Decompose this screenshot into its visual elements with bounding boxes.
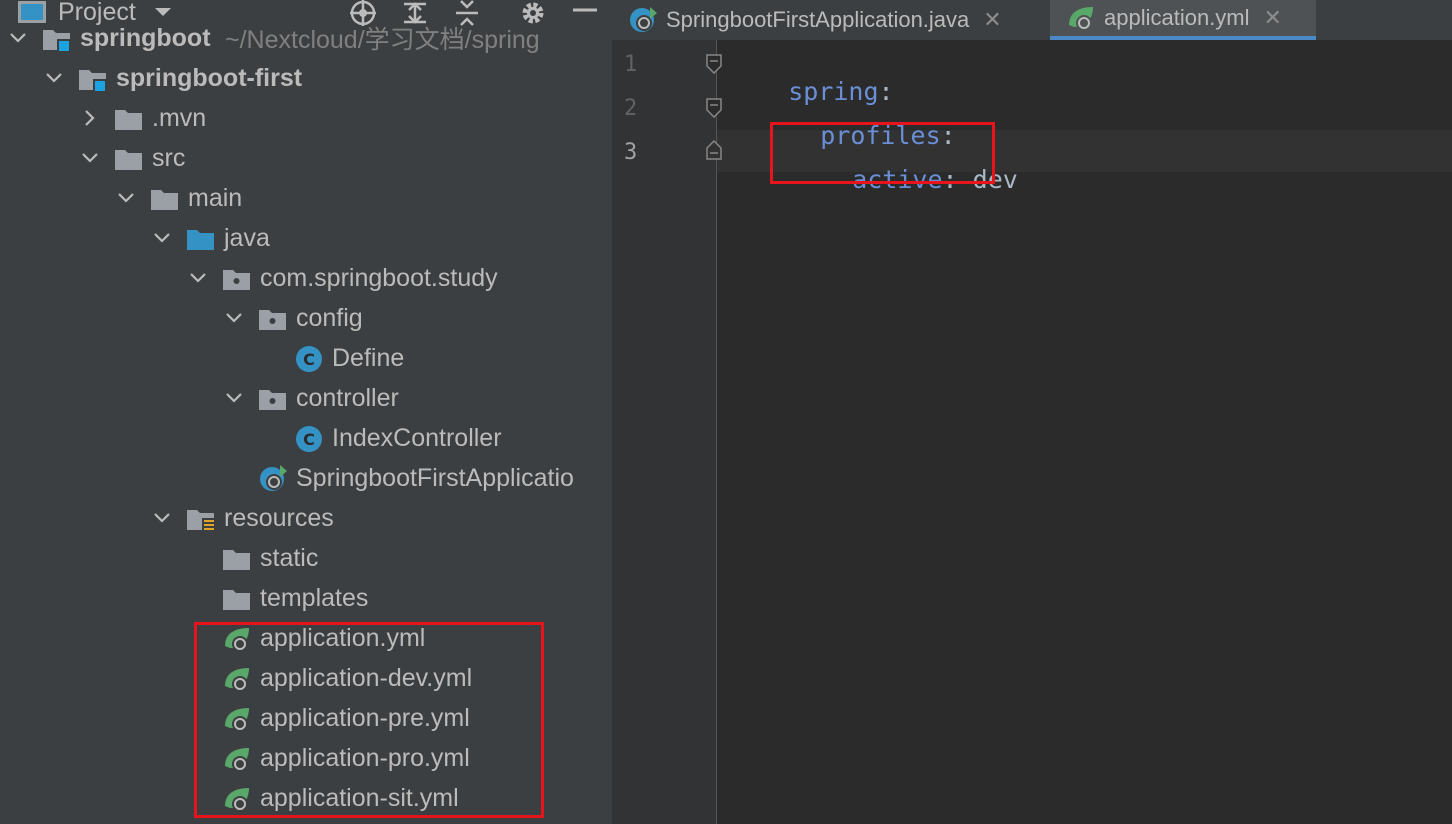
module-folder-icon bbox=[42, 24, 71, 53]
chevron-down-icon[interactable] bbox=[188, 268, 208, 288]
tree-node-label: springboot-first bbox=[116, 63, 303, 92]
line-number: 2 bbox=[624, 96, 638, 121]
close-icon[interactable]: ✕ bbox=[1264, 5, 1282, 31]
folder-icon bbox=[222, 544, 250, 572]
tree-node-static[interactable]: static bbox=[0, 538, 612, 578]
package-icon bbox=[258, 384, 286, 412]
folder-icon bbox=[114, 144, 142, 172]
svg-text:C: C bbox=[303, 430, 315, 449]
chevron-down-icon[interactable] bbox=[116, 188, 136, 208]
class-icon: C bbox=[294, 424, 322, 452]
chevron-right-icon[interactable] bbox=[80, 108, 100, 128]
folder-icon bbox=[114, 104, 142, 132]
package-icon bbox=[222, 264, 250, 292]
tree-node-src[interactable]: src bbox=[0, 138, 612, 178]
class-icon: C bbox=[294, 344, 322, 372]
line-number-gutter: 1 2 3 bbox=[612, 40, 716, 824]
tree-node-label: main bbox=[188, 183, 243, 212]
tree-node-label: com.springboot.study bbox=[260, 263, 498, 292]
chevron-down-icon[interactable] bbox=[44, 68, 64, 88]
chevron-down-icon[interactable] bbox=[224, 388, 244, 408]
chevron-down-icon[interactable] bbox=[152, 228, 172, 248]
tree-node-main[interactable]: main bbox=[0, 178, 612, 218]
tree-node-label: springboot bbox=[80, 23, 211, 52]
editor-tab-bar: SpringbootFirstApplication.java ✕ applic… bbox=[612, 0, 1452, 40]
svg-text:C: C bbox=[303, 350, 315, 369]
tree-node-label: resources bbox=[224, 503, 334, 532]
tree-node-config[interactable]: config bbox=[0, 298, 612, 338]
tree-node-label: src bbox=[152, 143, 186, 172]
tree-node-label: .mvn bbox=[152, 103, 207, 132]
package-icon bbox=[258, 304, 286, 332]
yml-files-highlight bbox=[194, 622, 544, 818]
tree-node-label: controller bbox=[296, 383, 399, 412]
tree-node-springboot-first[interactable]: springboot-first bbox=[0, 58, 612, 98]
tab-label: SpringbootFirstApplication.java bbox=[666, 7, 970, 32]
tree-node-label: IndexController bbox=[332, 423, 502, 452]
source-folder-icon bbox=[186, 224, 214, 252]
chevron-down-icon[interactable] bbox=[152, 508, 172, 528]
tree-node-label: config bbox=[296, 303, 363, 332]
project-tool-window: Project springboot ~/Nextcloud/学习文档/sprin… bbox=[0, 0, 612, 824]
module-folder-icon bbox=[78, 64, 107, 93]
spring-boot-app-icon bbox=[630, 7, 657, 32]
tree-node-path-hint: ~/Nextcloud/学习文档/spring bbox=[225, 26, 540, 54]
tab-application-yml[interactable]: application.yml ✕ bbox=[1050, 0, 1316, 40]
tree-node-label: static bbox=[260, 543, 319, 572]
tree-node-springbootfirstapplicatio[interactable]: SpringbootFirstApplicatio bbox=[0, 458, 612, 498]
resources-folder-icon bbox=[186, 504, 215, 533]
tree-node-resources[interactable]: resources bbox=[0, 498, 612, 538]
tree-node-label: templates bbox=[260, 583, 369, 612]
tab-springboot-first-application-java[interactable]: SpringbootFirstApplication.java ✕ bbox=[628, 0, 1048, 40]
folder-icon bbox=[222, 584, 250, 612]
tree-node-controller[interactable]: controller bbox=[0, 378, 612, 418]
tree-node-templates[interactable]: templates bbox=[0, 578, 612, 618]
chevron-down-icon[interactable] bbox=[8, 28, 28, 48]
tree-node-indexcontroller[interactable]: C IndexController bbox=[0, 418, 612, 458]
spring-config-icon bbox=[1069, 7, 1093, 31]
tree-node-mvn[interactable]: .mvn bbox=[0, 98, 612, 138]
tree-node-springboot[interactable]: springboot ~/Nextcloud/学习文档/spring bbox=[0, 18, 612, 58]
close-icon[interactable]: ✕ bbox=[983, 7, 1001, 33]
fold-end-icon[interactable] bbox=[706, 140, 722, 160]
chevron-down-icon[interactable] bbox=[80, 148, 100, 168]
fold-icon[interactable] bbox=[706, 54, 722, 74]
current-line-highlight bbox=[612, 130, 1452, 172]
tree-node-java[interactable]: java bbox=[0, 218, 612, 258]
spring-boot-app-icon bbox=[258, 464, 287, 492]
tree-node-label: Define bbox=[332, 343, 405, 372]
tab-label: application.yml bbox=[1104, 5, 1250, 30]
active-profile-highlight bbox=[770, 122, 995, 184]
tree-node-define[interactable]: C Define bbox=[0, 338, 612, 378]
chevron-down-icon[interactable] bbox=[224, 308, 244, 328]
line-number: 1 bbox=[624, 52, 638, 77]
folder-icon bbox=[150, 184, 178, 212]
line-number: 3 bbox=[624, 140, 638, 165]
tree-node-label: java bbox=[224, 223, 270, 252]
chevron-down-icon[interactable] bbox=[154, 6, 172, 18]
fold-icon[interactable] bbox=[706, 98, 722, 118]
tree-node-com-springboot-study[interactable]: com.springboot.study bbox=[0, 258, 612, 298]
editor-area: SpringbootFirstApplication.java ✕ applic… bbox=[612, 0, 1452, 824]
tree-node-label: SpringbootFirstApplicatio bbox=[296, 463, 574, 492]
